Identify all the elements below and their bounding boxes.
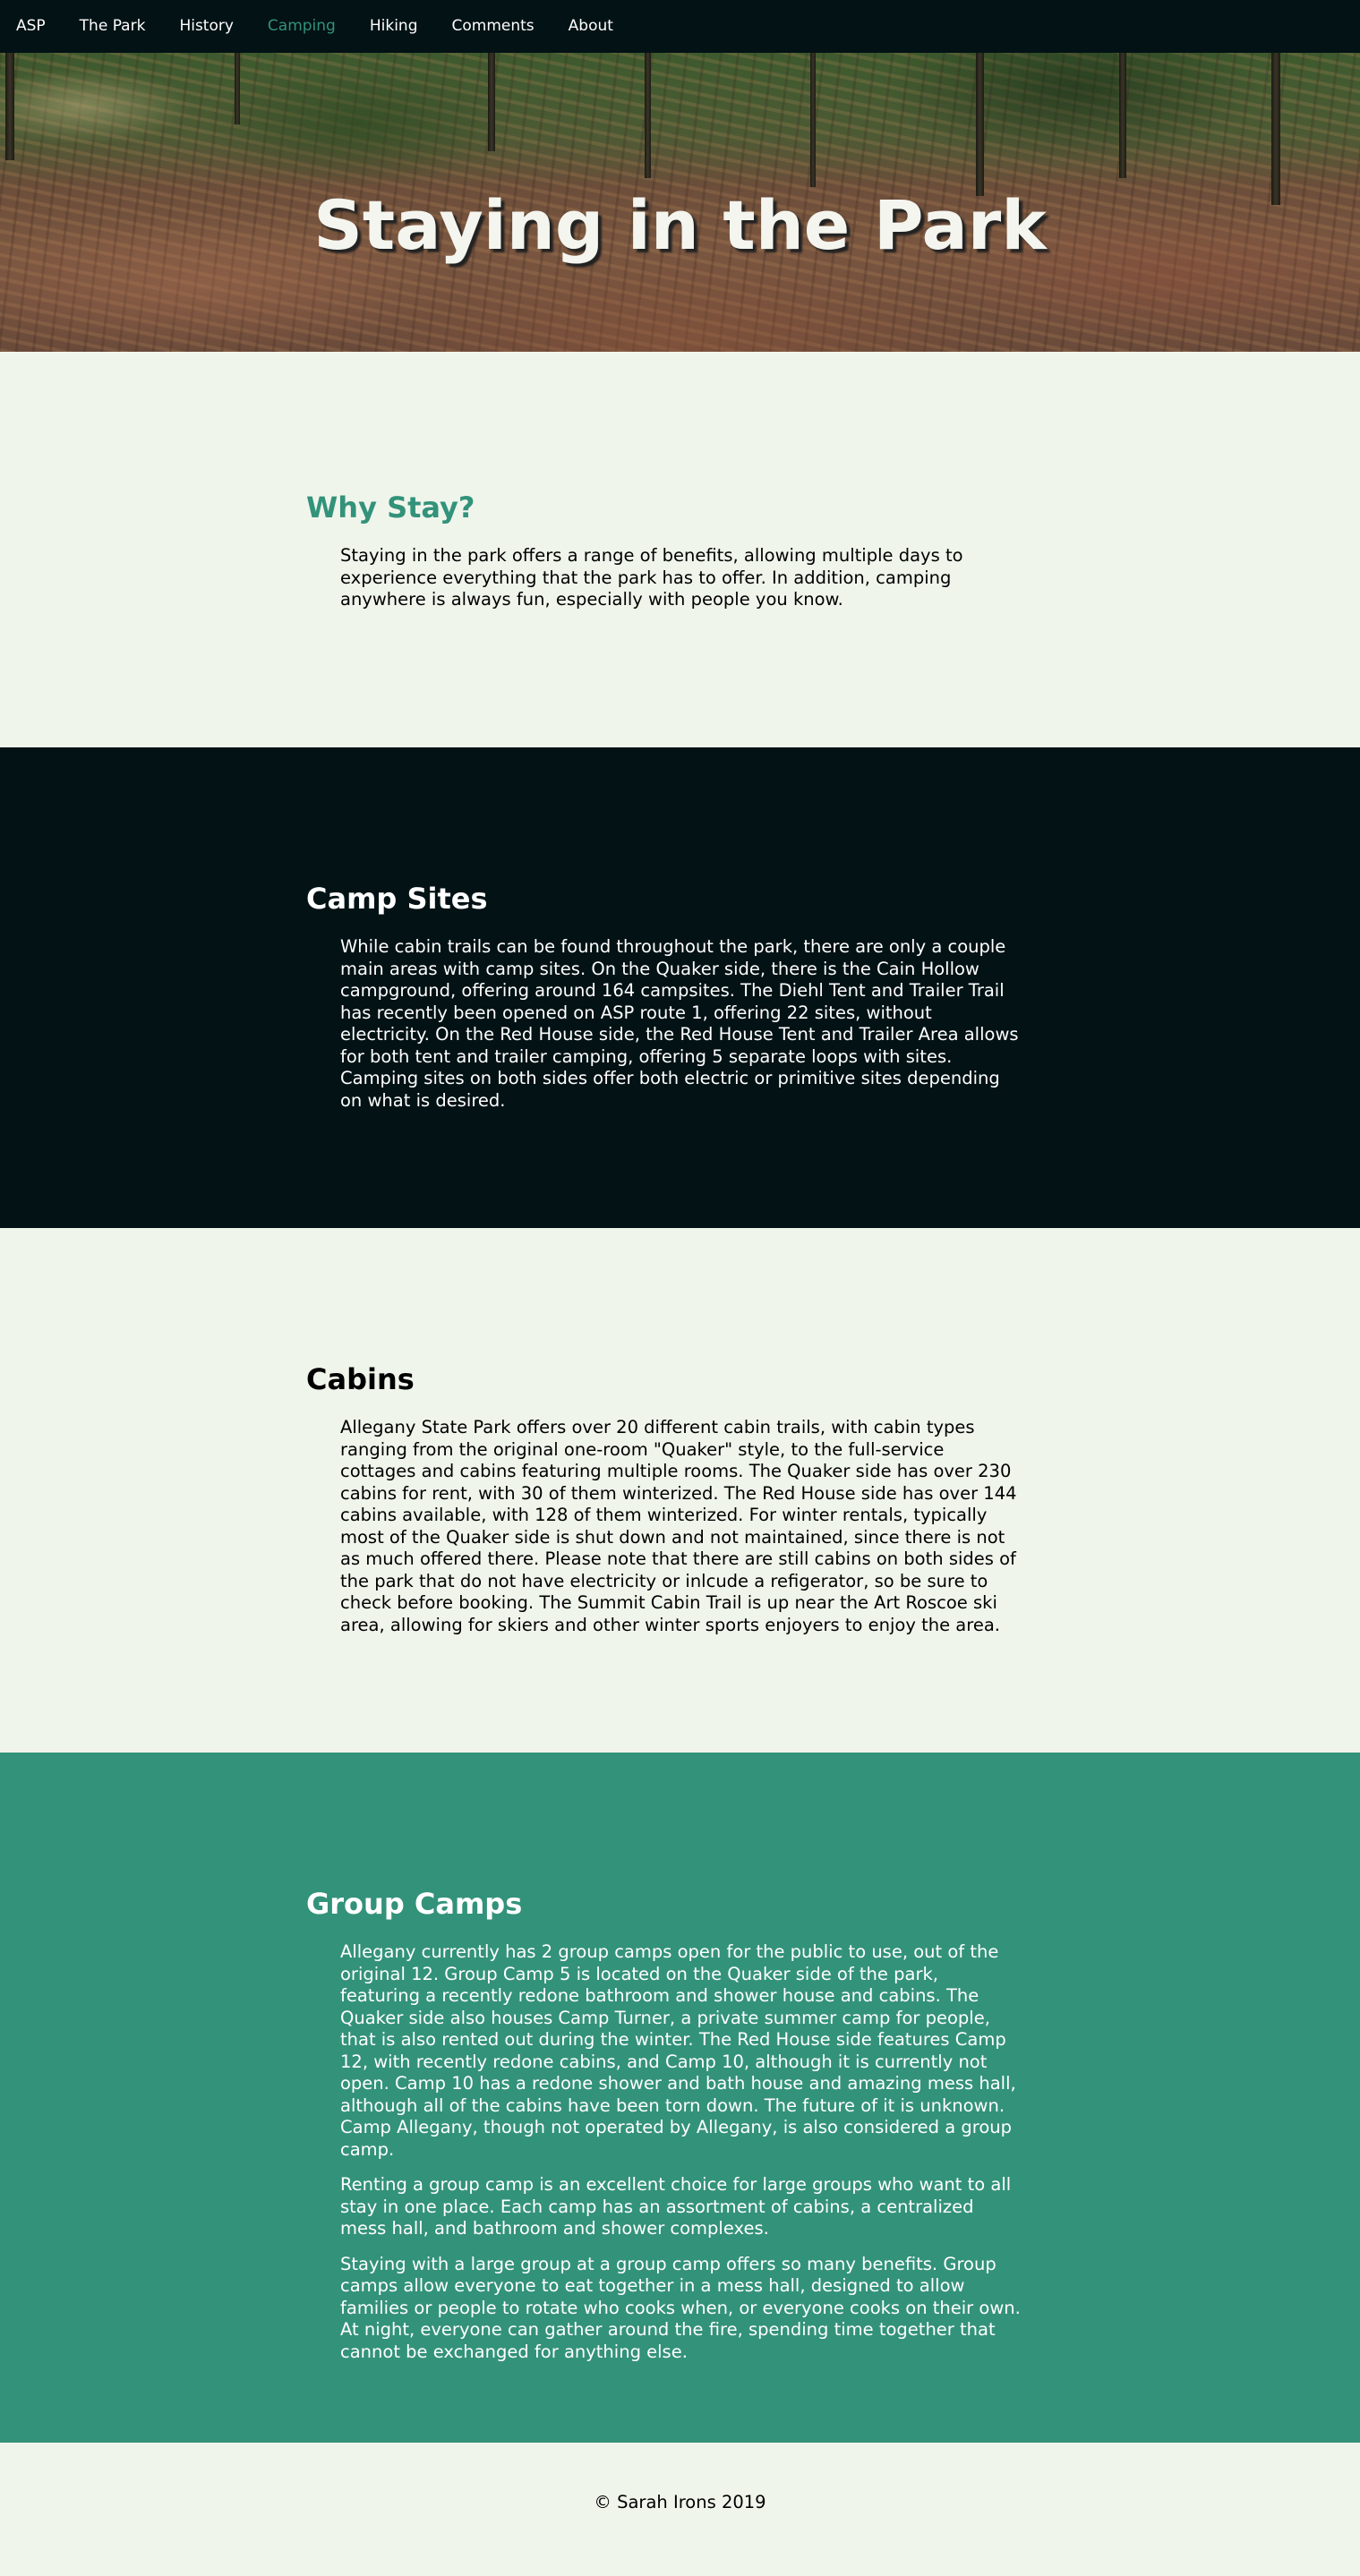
cabins-section: Cabins Allegany State Park offers over 2…	[0, 1228, 1360, 1753]
section-body: Staying in the park offers a range of be…	[340, 545, 1021, 625]
why-stay-section: Why Stay? Staying in the park offers a r…	[0, 352, 1360, 747]
paragraph: While cabin trails can be found througho…	[340, 936, 1019, 1111]
copyright-text: © Sarah Irons 2019	[594, 2492, 766, 2512]
tree-trunk	[235, 53, 240, 124]
section-heading: Camp Sites	[306, 882, 488, 916]
paragraph: Allegany State Park offers over 20 diffe…	[340, 1417, 1017, 1635]
nav-item-history[interactable]: History	[179, 0, 233, 53]
nav-item-asp[interactable]: ASP	[16, 0, 46, 53]
section-body: While cabin trails can be found througho…	[340, 936, 1021, 1125]
tree-trunk	[810, 53, 816, 187]
tree-trunk	[488, 53, 495, 151]
hero-banner: Staying in the Park	[0, 53, 1360, 352]
paragraph: Allegany currently has 2 group camps ope…	[340, 1941, 1016, 2160]
paragraph: Staying in the park offers a range of be…	[340, 545, 963, 610]
tree-trunk	[1271, 53, 1280, 205]
section-body: Allegany currently has 2 group camps ope…	[340, 1941, 1021, 2376]
paragraph: Staying with a large group at a group ca…	[340, 2253, 1021, 2362]
nav-item-hiking[interactable]: Hiking	[370, 0, 418, 53]
tree-trunk	[645, 53, 651, 178]
tree-trunk	[1119, 53, 1126, 178]
section-heading: Why Stay?	[306, 490, 475, 525]
page-title: Staying in the Park	[313, 185, 1047, 265]
nav-item-camping[interactable]: Camping	[268, 0, 336, 53]
nav-item-comments[interactable]: Comments	[452, 0, 535, 53]
camp-sites-section: Camp Sites While cabin trails can be fou…	[0, 747, 1360, 1228]
nav-item-about[interactable]: About	[569, 0, 613, 53]
top-nav: ASP The Park History Camping Hiking Comm…	[0, 0, 1360, 53]
page-footer: © Sarah Irons 2019	[0, 2443, 1360, 2576]
group-camps-section: Group Camps Allegany currently has 2 gro…	[0, 1753, 1360, 2443]
tree-trunk	[5, 53, 14, 160]
paragraph: Renting a group camp is an excellent cho…	[340, 2174, 1012, 2239]
section-heading: Group Camps	[306, 1887, 523, 1921]
section-body: Allegany State Park offers over 20 diffe…	[340, 1417, 1021, 1650]
nav-item-the-park[interactable]: The Park	[80, 0, 146, 53]
tree-trunk	[976, 53, 984, 196]
section-heading: Cabins	[306, 1362, 415, 1396]
